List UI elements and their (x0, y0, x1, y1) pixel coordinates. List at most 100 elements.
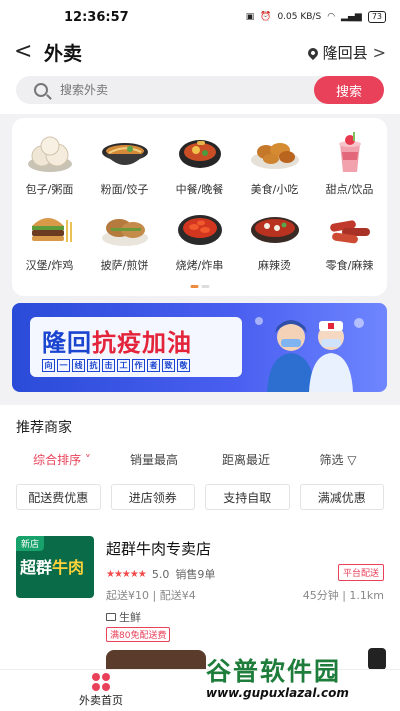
hotpot-icon (250, 217, 299, 243)
sort-distance[interactable]: 距离最近 (200, 451, 292, 468)
filter-chip-full-reduction[interactable]: 满减优惠 (299, 484, 384, 510)
header: < 外卖 隆回县 > (0, 34, 400, 70)
filter-chip-row: 配送费优惠 进店领券 支持自取 满减优惠 (0, 484, 400, 510)
status-icons: ▣ ⏰ 0.05 KB/S ◠ ▂▄▆ 73 (246, 11, 386, 23)
banner-sub-char: 致 (162, 359, 175, 372)
banner-sub-char: 敬 (177, 359, 190, 372)
sort-filter[interactable]: 筛选 ▽ (292, 451, 384, 468)
chevron-down-icon: ˅ (81, 453, 91, 467)
status-bar: 12:36:57 ▣ ⏰ 0.05 KB/S ◠ ▂▄▆ 73 (0, 0, 400, 34)
search-icon (34, 83, 48, 97)
category-label: 粉面/饺子 (100, 183, 149, 196)
category-item[interactable]: 中餐/晚餐 (162, 132, 237, 208)
search-button[interactable]: 搜索 (314, 76, 384, 104)
promo-banner[interactable]: 隆回抗疫加油 向 一 线 抗 击 工 作 者 致 敬 (12, 303, 387, 392)
location-selector[interactable]: 隆回县 > (305, 42, 386, 63)
promo-tag: 满80免配送费 (106, 627, 171, 642)
banner-sub-char: 抗 (87, 359, 100, 372)
tab-takeout-home-label: 外卖首页 (79, 694, 123, 707)
fried-snack-icon (250, 143, 299, 169)
category-item[interactable]: 麻辣烫 (237, 208, 312, 284)
category-grid: 包子/粥面 粉面/饺子 中餐/晚餐 美食/小吃 甜点/饮品 汉堡/炸鸡 披萨/煎… (12, 118, 387, 284)
steamed-bun-icon (27, 136, 72, 172)
dinner-pot-icon (178, 140, 221, 168)
time-distance: 45分钟 | 1.1km (302, 589, 384, 602)
sort-row: 综合排序 ˅ 销量最高 距离最近 筛选 ▽ (0, 451, 400, 468)
category-item[interactable]: 美食/小吃 (237, 132, 312, 208)
sort-sales[interactable]: 销量最高 (108, 451, 200, 468)
burger-icon (31, 218, 72, 242)
page-dot (201, 285, 209, 288)
category-item[interactable]: 包子/粥面 (12, 132, 87, 208)
banner-text-panel: 隆回抗疫加油 向 一 线 抗 击 工 作 者 致 敬 (30, 317, 242, 377)
drink-cup-icon (338, 132, 361, 172)
back-button[interactable]: < (14, 41, 36, 63)
search-bar: 搜索 (16, 76, 384, 104)
category-label: 汉堡/炸鸡 (25, 259, 74, 272)
watermark-title: 谷普软件园 (206, 657, 342, 686)
network-speed: 0.05 KB/S (277, 12, 322, 22)
medical-workers-illustration (255, 317, 364, 392)
sausage-icon (329, 220, 370, 244)
sort-default[interactable]: 综合排序 ˅ (16, 451, 108, 468)
platform-delivery-badge: 平台配送 (337, 564, 384, 581)
category-label: 包子/粥面 (25, 183, 74, 196)
noodle-bowl-icon (101, 143, 148, 165)
filter-chip-coupon[interactable]: 进店领券 (110, 484, 195, 510)
chevron-right-icon: > (372, 43, 386, 62)
shop-logo-text: 超群牛肉 (20, 554, 84, 578)
tab-takeout-home[interactable]: 外卖首页 (74, 673, 128, 708)
category-item[interactable]: 披萨/煎饼 (87, 208, 162, 284)
watermark-url: www.gupuxlazal.com (206, 686, 349, 700)
category-item[interactable]: 汉堡/炸鸡 (12, 208, 87, 284)
sort-default-label: 综合排序 (33, 453, 82, 467)
category-item[interactable]: 零食/麻辣 (312, 208, 387, 284)
status-time: 12:36:57 (64, 9, 129, 25)
wifi-icon: ◠ (327, 12, 336, 22)
shop-category-icon (106, 613, 116, 621)
alarm-icon: ⏰ (260, 12, 272, 22)
category-card: 包子/粥面 粉面/饺子 中餐/晚餐 美食/小吃 甜点/饮品 汉堡/炸鸡 披萨/煎… (12, 118, 387, 296)
shop-logo-text-1: 超群 (20, 558, 53, 577)
location-pin-icon (305, 45, 320, 60)
shop-category-label: 生鲜 (119, 611, 141, 624)
banner-sub-char: 一 (57, 359, 70, 372)
category-label: 中餐/晚餐 (175, 183, 224, 196)
banner-sub-char: 线 (72, 359, 85, 372)
category-item[interactable]: 粉面/饺子 (87, 132, 162, 208)
filter-icon: ▽ (343, 453, 357, 467)
category-label: 麻辣烫 (258, 259, 291, 272)
page-dot-active (190, 285, 198, 288)
location-label: 隆回县 (322, 44, 368, 62)
rating-row: ★★★★★ 5.0 销售9单 (106, 566, 215, 582)
price-info: 起送¥10 | 配送¥4 (106, 589, 196, 602)
banner-sub-char: 工 (117, 359, 130, 372)
category-label: 烧烤/炸串 (175, 259, 224, 272)
section-title: 推荐商家 (16, 420, 72, 436)
filter-chip-delivery-discount[interactable]: 配送费优惠 (16, 484, 101, 510)
shop-card[interactable]: 新店 超群牛肉 超群牛肉专卖店 ★★★★★ 5.0 销售9单 平台配送 起送¥1… (0, 526, 400, 646)
home-grid-icon (92, 673, 110, 691)
banner-sub-char: 作 (132, 359, 145, 372)
shop-category: 生鲜 (106, 609, 141, 625)
sort-filter-label: 筛选 (319, 453, 344, 467)
filter-chip-pickup[interactable]: 支持自取 (205, 484, 290, 510)
banner-title-part1: 隆回 (42, 329, 92, 357)
category-label: 披萨/煎饼 (100, 259, 149, 272)
category-label: 零食/麻辣 (325, 259, 374, 272)
carousel-indicator (190, 285, 209, 288)
star-rating-icon: ★★★★★ (106, 568, 147, 580)
pizza-sandwich-icon (101, 219, 148, 246)
banner-title: 隆回抗疫加油 (42, 323, 192, 358)
site-watermark: 谷普软件园 www.gupuxlazal.com (206, 659, 392, 707)
category-item[interactable]: 烧烤/炸串 (162, 208, 237, 284)
rating-score: 5.0 (151, 567, 170, 581)
search-section: 搜索 (0, 70, 400, 114)
bottom-nav: 外卖首页 谷普软件园 www.gupuxlazal.com (0, 659, 400, 711)
sales-count: 销售9单 (175, 568, 216, 581)
banner-subtitle: 向 一 线 抗 击 工 作 者 致 敬 (42, 359, 190, 372)
shop-logo-text-2: 牛肉 (52, 558, 85, 577)
category-item[interactable]: 甜点/饮品 (312, 132, 387, 208)
banner-sub-char: 向 (42, 359, 55, 372)
shop-name: 超群牛肉专卖店 (106, 540, 212, 558)
